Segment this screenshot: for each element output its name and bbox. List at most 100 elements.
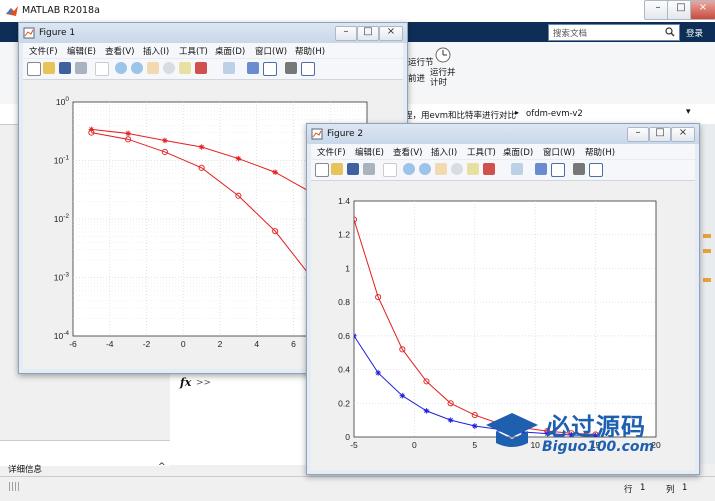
menu-tools[interactable]: 工具(T) xyxy=(179,45,208,57)
col-value: 1 xyxy=(682,483,688,493)
search-placeholder: 搜索文档 xyxy=(553,29,588,39)
print-icon[interactable] xyxy=(75,62,87,74)
show-tools-icon[interactable] xyxy=(589,163,603,177)
command-window[interactable]: fx >> xyxy=(170,370,310,465)
save-icon[interactable] xyxy=(59,62,71,74)
address-file: ofdm-evm-v2 xyxy=(526,109,583,119)
path-separator-icon: ▸ xyxy=(515,108,520,117)
colorbar-icon[interactable] xyxy=(535,163,547,175)
save-icon[interactable] xyxy=(347,163,359,175)
x-tick-label: -6 xyxy=(69,339,77,349)
address-dropdown-icon[interactable]: ▾ xyxy=(686,107,691,117)
x-tick-label: 0 xyxy=(181,339,186,349)
graduation-cap-logo-icon xyxy=(486,413,538,447)
show-tools-icon[interactable] xyxy=(301,62,315,76)
brush-icon[interactable] xyxy=(195,62,207,74)
figure-2-close-button[interactable]: × xyxy=(671,127,695,142)
link-plot-icon[interactable] xyxy=(223,62,235,74)
figure-2-maximize-button[interactable]: □ xyxy=(649,127,671,142)
status-grip-icon: |||| xyxy=(8,482,21,492)
data-cursor-icon[interactable] xyxy=(467,163,479,175)
menu-file[interactable]: 文件(F) xyxy=(317,146,346,158)
figure-1-titlebar[interactable]: Figure 1 – □ × xyxy=(19,23,407,43)
figure-2-minimize-button[interactable]: – xyxy=(627,127,649,142)
figure-1-maximize-button[interactable]: □ xyxy=(357,26,379,41)
zoom-out-icon[interactable] xyxy=(419,163,431,175)
pan-icon[interactable] xyxy=(435,163,447,175)
new-figure-icon[interactable] xyxy=(27,62,41,76)
right-panel-strip xyxy=(698,124,715,464)
row-value: 1 xyxy=(640,483,646,493)
x-tick-label: 6 xyxy=(291,339,296,349)
x-tick-label: 2 xyxy=(218,339,223,349)
legend-icon[interactable] xyxy=(551,163,565,177)
login-link[interactable]: 登录 xyxy=(686,27,703,39)
menu-insert[interactable]: 插入(I) xyxy=(431,146,457,158)
menu-desktop[interactable]: 桌面(D) xyxy=(215,45,245,57)
run-section-label[interactable]: 运行节 xyxy=(408,56,434,68)
menu-edit[interactable]: 编辑(E) xyxy=(67,45,96,57)
collapse-icon[interactable]: ^ xyxy=(158,462,166,472)
workspace-marker-2 xyxy=(703,249,711,253)
col-label: 列 xyxy=(666,485,675,495)
zoom-in-icon[interactable] xyxy=(403,163,415,175)
hide-tools-icon[interactable] xyxy=(285,62,297,74)
menu-window[interactable]: 窗口(W) xyxy=(255,45,287,57)
figure-2-titlebar[interactable]: Figure 2 – □ × xyxy=(307,124,699,144)
figure-2-toolbar xyxy=(311,160,695,181)
data-cursor-icon[interactable] xyxy=(179,62,191,74)
menu-help[interactable]: 帮助(H) xyxy=(585,146,615,158)
zoom-in-icon[interactable] xyxy=(115,62,127,74)
y-tick-label: 10-1 xyxy=(54,155,70,166)
colorbar-icon[interactable] xyxy=(247,62,259,74)
fx-label[interactable]: fx xyxy=(180,376,191,389)
menu-view[interactable]: 查看(V) xyxy=(105,45,134,57)
matlab-logo-icon xyxy=(6,6,18,16)
row-label: 行 xyxy=(624,485,633,495)
link-plot-icon[interactable] xyxy=(511,163,523,175)
menu-insert[interactable]: 插入(I) xyxy=(143,45,169,57)
details-panel: 详细信息 ^ xyxy=(0,440,170,475)
menu-window[interactable]: 窗口(W) xyxy=(543,146,575,158)
select-arrow-icon[interactable] xyxy=(383,163,397,177)
x-tick-label: -2 xyxy=(143,339,151,349)
figure-icon xyxy=(311,128,323,140)
figure-1-minimize-button[interactable]: – xyxy=(335,26,357,41)
figure-1-menubar: 文件(F) 编辑(E) 查看(V) 插入(I) 工具(T) 桌面(D) 窗口(W… xyxy=(23,43,403,58)
y-tick-label: 0.6 xyxy=(338,331,350,341)
open-file-icon[interactable] xyxy=(43,62,55,74)
zoom-out-icon[interactable] xyxy=(131,62,143,74)
figure-2-menubar: 文件(F) 编辑(E) 查看(V) 插入(I) 工具(T) 桌面(D) 窗口(W… xyxy=(311,144,695,159)
figure-1-close-button[interactable]: × xyxy=(379,26,403,41)
close-button[interactable]: × xyxy=(690,0,715,20)
menu-help[interactable]: 帮助(H) xyxy=(295,45,325,57)
legend-icon[interactable] xyxy=(263,62,277,76)
menu-file[interactable]: 文件(F) xyxy=(29,45,58,57)
pan-icon[interactable] xyxy=(147,62,159,74)
watermark-url: Biguo100.com xyxy=(542,439,655,455)
search-box[interactable]: 搜索文档 xyxy=(548,24,680,41)
menu-view[interactable]: 查看(V) xyxy=(393,146,422,158)
menu-edit[interactable]: 编辑(E) xyxy=(355,146,384,158)
select-arrow-icon[interactable] xyxy=(95,62,109,76)
figure-icon xyxy=(23,27,35,39)
run-and-time-icon[interactable] xyxy=(434,46,452,64)
y-tick-label: 0.2 xyxy=(338,398,350,408)
menu-desktop[interactable]: 桌面(D) xyxy=(503,146,533,158)
new-figure-icon[interactable] xyxy=(315,163,329,177)
watermark: 必过源码 Biguo100.com xyxy=(484,405,684,465)
open-file-icon[interactable] xyxy=(331,163,343,175)
menu-tools[interactable]: 工具(T) xyxy=(467,146,496,158)
brush-icon[interactable] xyxy=(483,163,495,175)
y-tick-label: 1.4 xyxy=(338,196,350,206)
y-tick-label: 0.4 xyxy=(338,365,350,375)
x-tick-label: -4 xyxy=(106,339,114,349)
hide-tools-icon[interactable] xyxy=(573,163,585,175)
plot-area xyxy=(353,200,657,438)
y-tick-label: 0.8 xyxy=(338,297,350,307)
print-icon[interactable] xyxy=(363,163,375,175)
run-and-time-label[interactable]: 运行并 计时 xyxy=(430,68,456,88)
rotate-icon[interactable] xyxy=(451,163,463,175)
advance-label[interactable]: 前进 xyxy=(408,72,425,84)
rotate-icon[interactable] xyxy=(163,62,175,74)
